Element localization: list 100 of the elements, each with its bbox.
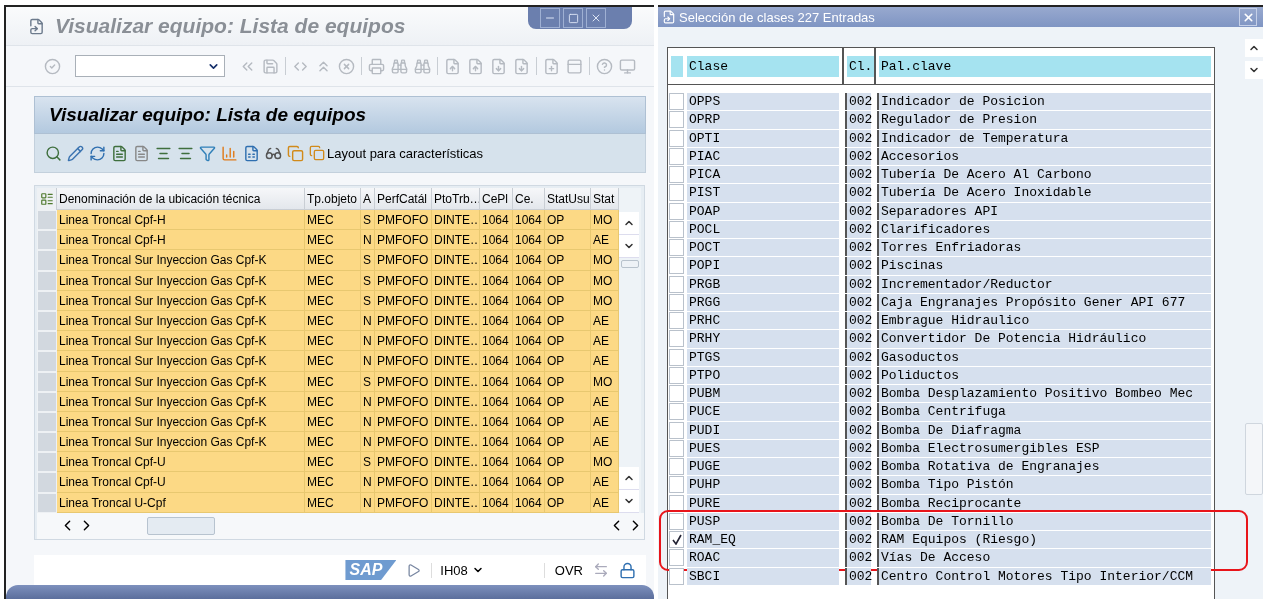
row-selector[interactable] — [37, 230, 57, 251]
table-cell: S — [361, 270, 375, 291]
column-header[interactable]: Stat — [591, 188, 619, 210]
row-selector[interactable] — [37, 452, 57, 473]
scroll-down-button[interactable] — [1245, 61, 1263, 79]
help-icon[interactable] — [596, 57, 613, 75]
enter-icon[interactable] — [44, 57, 61, 75]
scroll-up-button[interactable] — [1245, 39, 1263, 57]
row-selector[interactable] — [37, 472, 57, 493]
keyword-cell: Bomba Desplazamiento Positivo Bombeo Mec — [877, 385, 1211, 403]
row-selector[interactable] — [37, 371, 57, 392]
column-select-button[interactable] — [37, 188, 57, 210]
class-type-cell: 002 — [845, 330, 871, 348]
shortcut-icon[interactable] — [566, 57, 583, 75]
scroll-thumb[interactable] — [147, 516, 215, 535]
checkbox[interactable] — [669, 312, 684, 329]
arrows-icon[interactable] — [593, 562, 609, 578]
checkbox[interactable] — [669, 202, 684, 220]
checkbox[interactable] — [669, 385, 684, 402]
print-icon[interactable] — [368, 57, 385, 75]
cancel-icon[interactable] — [338, 57, 355, 75]
checkbox[interactable] — [669, 330, 684, 348]
checkbox[interactable] — [669, 111, 684, 129]
monitor-icon[interactable] — [619, 57, 636, 75]
row-selector[interactable] — [37, 432, 57, 453]
save-icon[interactable] — [262, 57, 279, 75]
checkbox[interactable] — [669, 257, 684, 275]
column-header[interactable]: PerfCatál — [375, 188, 432, 210]
table-cell: Linea Troncal Sur Inyeccion Gas Cpf-K — [57, 250, 305, 271]
transaction-dropdown[interactable]: IH08 — [431, 562, 545, 578]
close-button[interactable] — [1239, 8, 1257, 26]
spreadsheet-icon[interactable] — [243, 144, 260, 162]
checkbox[interactable] — [669, 421, 684, 439]
scroll-down-button[interactable] — [619, 235, 639, 258]
select-all-icon[interactable] — [111, 144, 128, 162]
checkbox[interactable] — [669, 220, 684, 238]
filter-icon[interactable] — [199, 144, 216, 162]
lock-icon[interactable] — [619, 561, 636, 579]
checkbox[interactable] — [669, 275, 684, 293]
class-type-cell: 002 — [845, 129, 871, 147]
row-selector[interactable] — [37, 250, 57, 271]
column-header[interactable]: Pal.clave — [879, 55, 1211, 77]
row-selector[interactable] — [37, 351, 57, 372]
copy-icon[interactable] — [287, 144, 304, 162]
checkbox[interactable] — [669, 512, 684, 530]
scroll-thumb[interactable] — [621, 260, 639, 268]
column-header[interactable]: CePl — [480, 188, 513, 210]
checkbox[interactable] — [669, 403, 684, 421]
layout-button[interactable]: Layout para características — [309, 145, 484, 161]
checkbox[interactable] — [669, 93, 684, 110]
play-icon[interactable] — [406, 562, 422, 578]
maximize-button[interactable] — [563, 8, 583, 28]
row-selector[interactable] — [37, 391, 57, 412]
find-next-icon[interactable] — [414, 57, 431, 75]
details-icon[interactable] — [45, 144, 62, 162]
checkbox[interactable] — [669, 476, 684, 494]
deselect-icon[interactable] — [133, 144, 150, 162]
new-session-icon[interactable] — [543, 57, 560, 75]
chart-icon[interactable] — [221, 144, 238, 162]
refresh-icon[interactable] — [89, 144, 106, 162]
checkbox[interactable] — [669, 439, 684, 457]
checkbox[interactable] — [669, 531, 684, 548]
checkbox[interactable] — [669, 184, 684, 202]
close-button[interactable] — [586, 8, 606, 28]
first-page-icon[interactable] — [444, 57, 461, 75]
row-selector[interactable] — [37, 331, 57, 352]
row-selector[interactable] — [37, 310, 57, 332]
table-cell: N — [361, 472, 375, 493]
last-page-icon[interactable] — [513, 57, 530, 75]
checkbox[interactable] — [669, 239, 684, 256]
column-header[interactable]: A — [361, 188, 375, 210]
checkbox[interactable] — [669, 458, 684, 475]
row-selector[interactable] — [37, 270, 57, 291]
checkbox[interactable] — [669, 129, 684, 147]
row-selector[interactable] — [37, 290, 57, 311]
scroll-down-button[interactable] — [619, 489, 639, 513]
scroll-up-button[interactable] — [619, 212, 639, 235]
next-page-icon[interactable] — [490, 57, 507, 75]
column-header[interactable]: Ce. — [513, 188, 545, 210]
column-header[interactable]: StatUsu — [545, 188, 591, 210]
scroll-up-button[interactable] — [619, 466, 639, 490]
column-header[interactable]: Cl. — [847, 55, 875, 77]
checkbox[interactable] — [669, 567, 684, 585]
find-icon[interactable] — [391, 57, 408, 75]
row-selector[interactable] — [37, 411, 57, 433]
command-field[interactable] — [75, 55, 225, 77]
keyword-cell: Torres Enfriadoras — [877, 239, 1211, 257]
previous-page-icon[interactable] — [467, 57, 484, 75]
checkbox[interactable] — [669, 147, 684, 165]
checkbox[interactable] — [669, 366, 684, 384]
minimize-button[interactable] — [540, 8, 560, 28]
checkbox[interactable] — [669, 293, 684, 311]
checkbox[interactable] — [669, 549, 684, 567]
column-header[interactable]: Tp.objeto — [305, 188, 361, 210]
checkbox[interactable] — [669, 348, 684, 366]
scroll-thumb[interactable] — [1245, 423, 1263, 495]
column-header[interactable]: Clase — [687, 55, 839, 77]
column-header[interactable]: Denominación de la ubicación técnica — [57, 188, 305, 210]
checkbox[interactable] — [669, 166, 684, 183]
edit-icon[interactable] — [67, 144, 84, 162]
